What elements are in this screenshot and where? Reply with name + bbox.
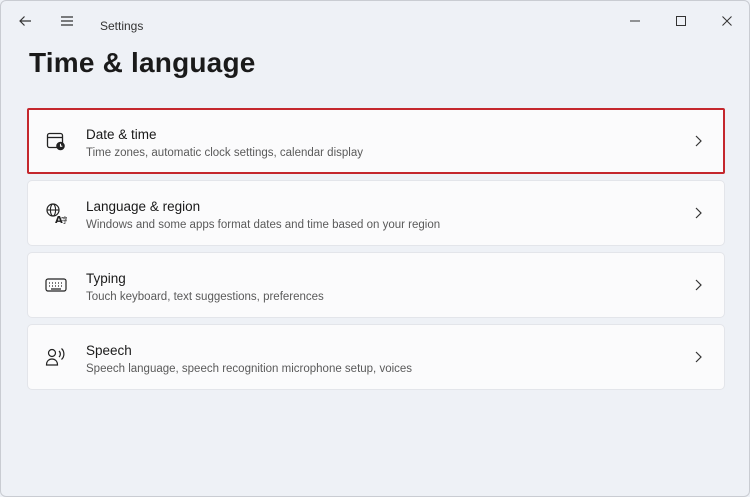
chevron-right-icon bbox=[690, 133, 706, 149]
maximize-icon bbox=[675, 14, 687, 32]
date-time-subtitle: Time zones, automatic clock settings, ca… bbox=[86, 147, 363, 159]
typing-subtitle: Touch keyboard, text suggestions, prefer… bbox=[86, 291, 324, 303]
app-title: Settings bbox=[100, 19, 144, 33]
date-time-title: Date & time bbox=[86, 127, 157, 142]
chevron-right-icon bbox=[690, 205, 706, 221]
typing-item[interactable]: Typing Touch keyboard, text suggestions,… bbox=[27, 252, 725, 318]
hamburger-menu-icon bbox=[59, 13, 75, 34]
language-region-subtitle: Windows and some apps format dates and t… bbox=[86, 219, 441, 231]
typing-title: Typing bbox=[86, 271, 126, 286]
navigation-menu-button[interactable] bbox=[49, 7, 85, 39]
back-button[interactable] bbox=[7, 7, 43, 39]
language-globe-icon: A 字 bbox=[44, 201, 68, 225]
settings-window: Settings Time & language Date & time Tim… bbox=[0, 0, 750, 497]
page-title: Time & language bbox=[29, 47, 256, 78]
chevron-right-icon bbox=[690, 349, 706, 365]
speech-subtitle: Speech language, speech recognition micr… bbox=[86, 363, 413, 375]
minimize-icon bbox=[629, 14, 641, 32]
title-bar: Settings bbox=[1, 1, 749, 45]
calendar-clock-icon bbox=[44, 129, 68, 153]
language-region-item[interactable]: A 字 Language & region Windows and some a… bbox=[27, 180, 725, 246]
chevron-right-icon bbox=[690, 277, 706, 293]
minimize-button[interactable] bbox=[617, 7, 653, 39]
keyboard-icon bbox=[44, 273, 68, 297]
speech-item[interactable]: Speech Speech language, speech recogniti… bbox=[27, 324, 725, 390]
svg-text:字: 字 bbox=[61, 215, 67, 224]
settings-list: Date & time Time zones, automatic clock … bbox=[27, 108, 725, 396]
language-region-title: Language & region bbox=[86, 199, 201, 214]
speech-icon bbox=[44, 345, 68, 369]
close-button[interactable] bbox=[709, 7, 745, 39]
speech-title: Speech bbox=[86, 343, 132, 358]
maximize-button[interactable] bbox=[663, 7, 699, 39]
close-icon bbox=[721, 14, 733, 32]
date-time-item[interactable]: Date & time Time zones, automatic clock … bbox=[27, 108, 725, 174]
back-arrow-icon bbox=[17, 13, 33, 34]
